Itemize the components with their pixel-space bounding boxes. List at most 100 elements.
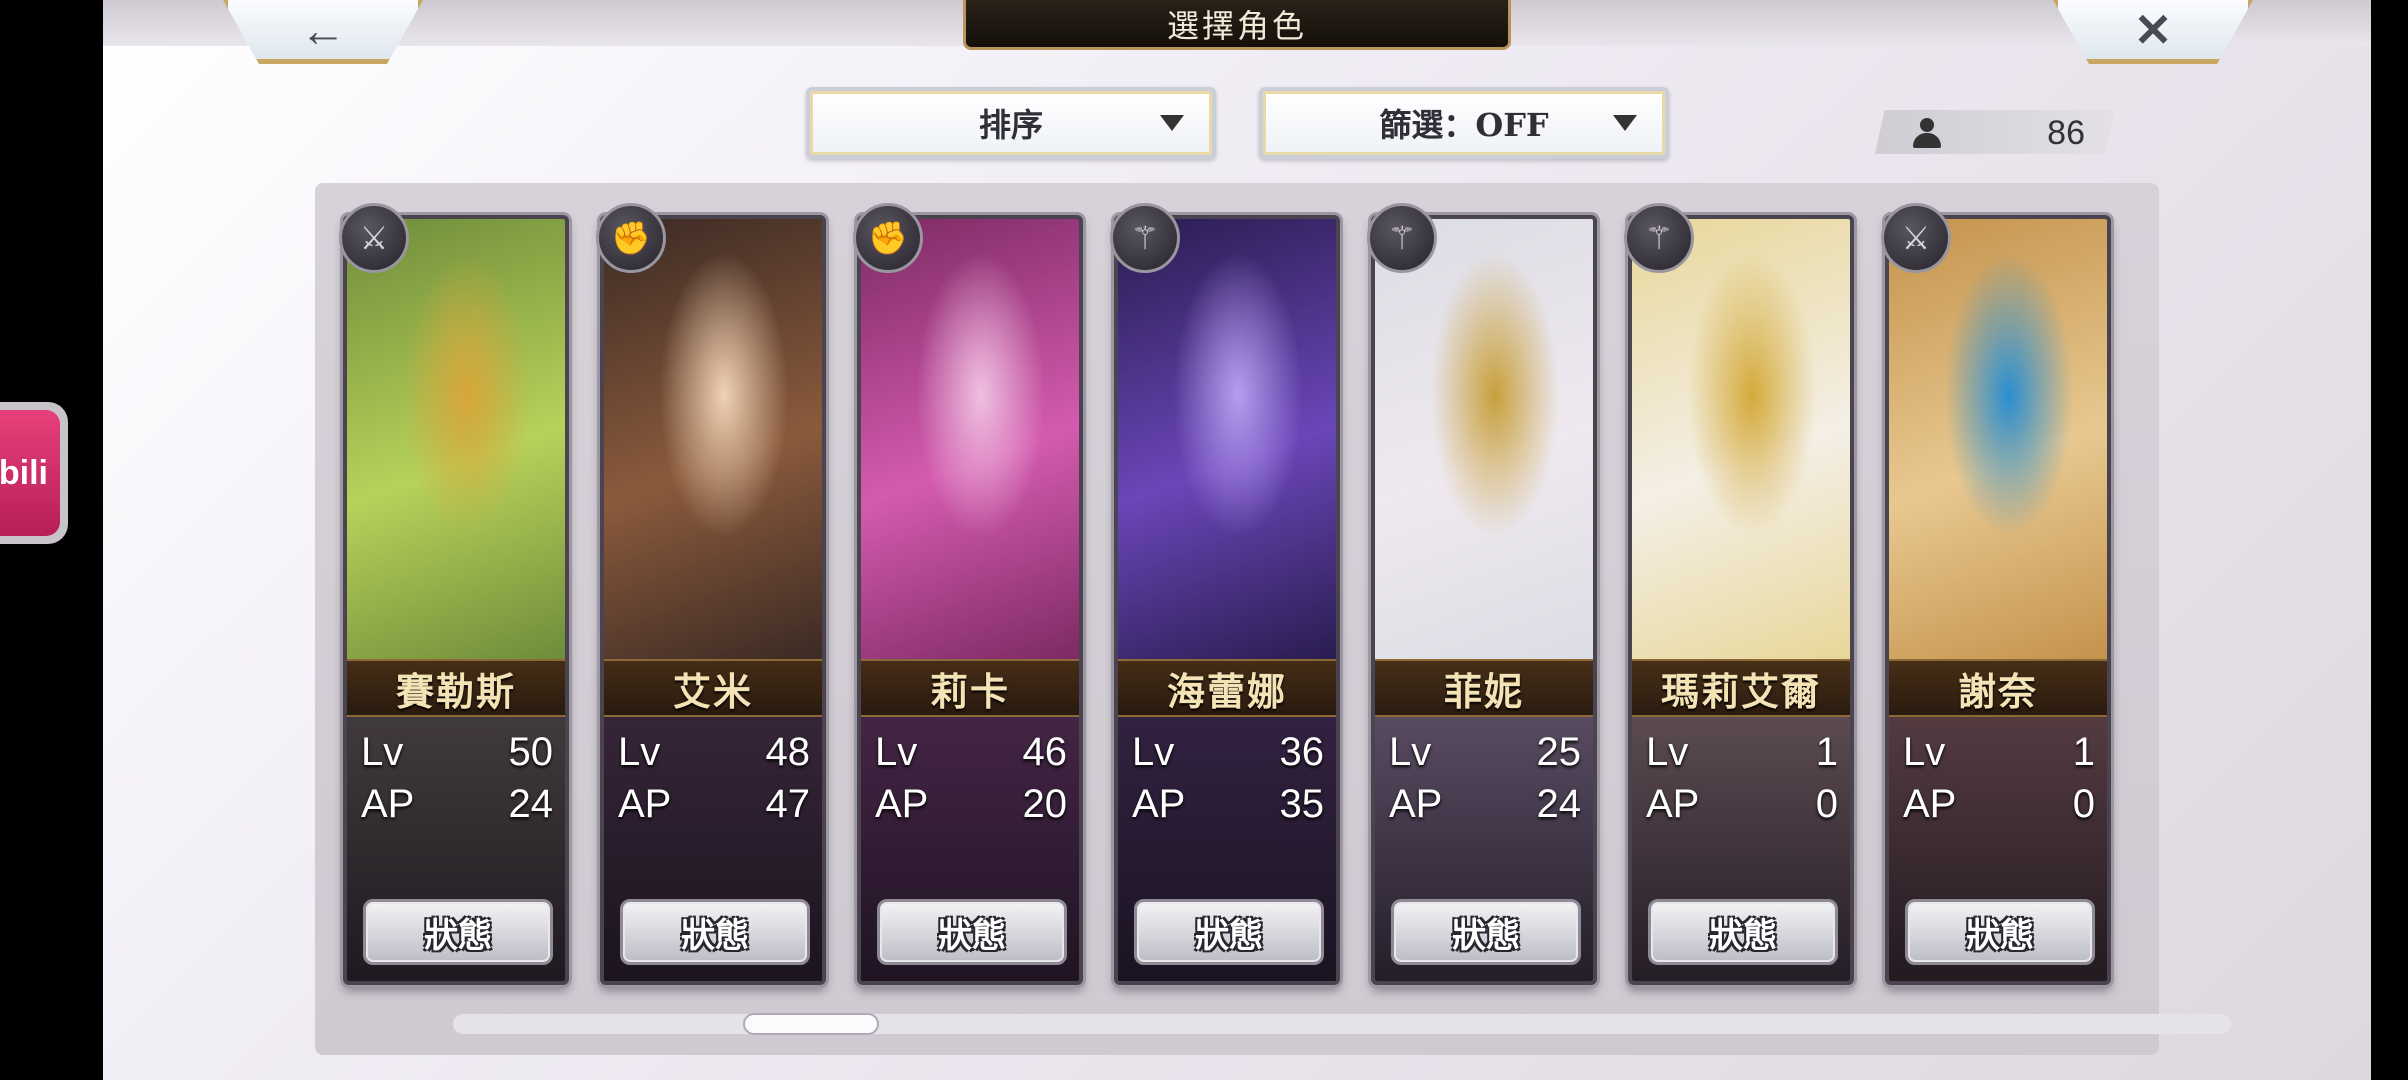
ap-row: AP 0	[1903, 781, 2095, 827]
level-row: Lv 36	[1132, 729, 1324, 775]
character-name: 艾米	[672, 668, 753, 714]
ap-row: AP 24	[1389, 781, 1581, 827]
character-name-bar: 艾米	[604, 659, 822, 717]
level-row: Lv 1	[1903, 729, 2095, 775]
character-card[interactable]: 菲妮 Lv 25 AP 24 狀態	[1371, 215, 1597, 985]
character-portrait	[347, 219, 565, 659]
ap-label: AP	[875, 781, 929, 826]
ap-row: AP 47	[618, 781, 810, 827]
chevron-down-icon	[1160, 115, 1184, 131]
chevron-down-icon	[1613, 115, 1637, 131]
ap-value: 24	[508, 781, 554, 826]
status-button-label: 狀態	[424, 915, 492, 956]
filter-label: 篩選：OFF	[1379, 106, 1549, 144]
ap-row: AP 20	[875, 781, 1067, 827]
sort-dropdown[interactable]: 排序	[806, 87, 1216, 159]
character-name: 瑪莉艾爾	[1660, 668, 1821, 714]
ap-value: 0	[2072, 781, 2095, 826]
character-card[interactable]: 謝奈 Lv 1 AP 0 狀態	[1885, 215, 2111, 985]
sword-icon: ⚔	[339, 203, 409, 273]
page-title-plate: 選擇角色	[963, 0, 1511, 50]
character-portrait	[604, 219, 822, 659]
level-row: Lv 50	[361, 729, 553, 775]
ap-value: 20	[1022, 781, 1068, 826]
ap-label: AP	[1389, 781, 1443, 826]
status-button[interactable]: 狀態	[877, 899, 1067, 965]
character-portrait	[1118, 219, 1336, 659]
character-card[interactable]: 瑪莉艾爾 Lv 1 AP 0 狀態	[1628, 215, 1854, 985]
ap-value: 24	[1536, 781, 1582, 826]
level-label: Lv	[618, 729, 661, 774]
status-button[interactable]: 狀態	[363, 899, 553, 965]
status-button-label: 狀態	[681, 915, 749, 956]
fist-icon: ✊	[596, 203, 666, 273]
horizontal-scrollbar-track[interactable]	[453, 1014, 2231, 1034]
status-button[interactable]: 狀態	[1905, 899, 2095, 965]
status-button-label: 狀態	[938, 915, 1006, 956]
status-button-label: 狀態	[1966, 915, 2034, 956]
character-name: 謝奈	[1957, 668, 2038, 714]
level-row: Lv 1	[1646, 729, 1838, 775]
bilibili-side-tab[interactable]: bili	[0, 402, 68, 544]
level-row: Lv 46	[875, 729, 1067, 775]
ap-row: AP 35	[1132, 781, 1324, 827]
character-name: 菲妮	[1443, 668, 1524, 714]
character-name-bar: 謝奈	[1889, 659, 2107, 717]
character-card[interactable]: 海蕾娜 Lv 36 AP 35 狀態	[1114, 215, 1340, 985]
status-button[interactable]: 狀態	[620, 899, 810, 965]
character-portrait	[1632, 219, 1850, 659]
close-icon: ✕	[2133, 3, 2173, 56]
level-row: Lv 48	[618, 729, 810, 775]
ap-row: AP 0	[1646, 781, 1838, 827]
level-value: 48	[765, 729, 811, 774]
level-value: 1	[2072, 729, 2095, 774]
status-button[interactable]: 狀態	[1134, 899, 1324, 965]
character-card[interactable]: 艾米 Lv 48 AP 47 狀態	[600, 215, 826, 985]
level-value: 36	[1279, 729, 1325, 774]
character-card[interactable]: 賽勒斯 Lv 50 AP 24 狀態	[343, 215, 569, 985]
level-row: Lv 25	[1389, 729, 1581, 775]
horizontal-scrollbar-thumb[interactable]	[743, 1013, 879, 1035]
character-count-value: 86	[2047, 114, 2085, 152]
back-arrow-icon: ←	[300, 3, 346, 56]
level-value: 25	[1536, 729, 1582, 774]
ap-value: 47	[765, 781, 811, 826]
character-count: 86	[1875, 110, 2115, 154]
level-value: 50	[508, 729, 554, 774]
character-portrait	[1375, 219, 1593, 659]
status-button[interactable]: 狀態	[1648, 899, 1838, 965]
staff-icon: ⚚	[1110, 203, 1180, 273]
character-portrait	[1889, 219, 2107, 659]
character-name-bar: 莉卡	[861, 659, 1079, 717]
sword-icon: ⚔	[1881, 203, 1951, 273]
character-list-panel: 賽勒斯 Lv 50 AP 24 狀態 ⚔ 艾米 Lv 48 AP 47 狀態 ✊	[315, 183, 2159, 1055]
level-value: 46	[1022, 729, 1068, 774]
level-value: 1	[1815, 729, 1838, 774]
level-label: Lv	[1646, 729, 1689, 774]
bilibili-logo: bili	[0, 453, 48, 492]
status-button-label: 狀態	[1452, 915, 1520, 956]
close-button[interactable]: ✕	[2053, 0, 2253, 64]
staff-icon: ⚚	[1624, 203, 1694, 273]
level-label: Lv	[1132, 729, 1175, 774]
level-label: Lv	[1389, 729, 1432, 774]
staff-icon: ⚚	[1367, 203, 1437, 273]
filter-dropdown[interactable]: 篩選：OFF	[1259, 87, 1669, 159]
sort-label: 排序	[978, 106, 1043, 144]
character-name: 海蕾娜	[1166, 668, 1287, 714]
character-name: 賽勒斯	[395, 668, 516, 714]
level-label: Lv	[361, 729, 404, 774]
ap-label: AP	[1646, 781, 1700, 826]
ap-label: AP	[361, 781, 415, 826]
status-button-label: 狀態	[1709, 915, 1777, 956]
ap-row: AP 24	[361, 781, 553, 827]
character-card[interactable]: 莉卡 Lv 46 AP 20 狀態	[857, 215, 1083, 985]
level-label: Lv	[1903, 729, 1946, 774]
user-icon	[1913, 118, 1941, 148]
status-button[interactable]: 狀態	[1391, 899, 1581, 965]
level-label: Lv	[875, 729, 918, 774]
back-button[interactable]: ←	[223, 0, 423, 64]
fist-icon: ✊	[853, 203, 923, 273]
status-button-label: 狀態	[1195, 915, 1263, 956]
character-name-bar: 瑪莉艾爾	[1632, 659, 1850, 717]
